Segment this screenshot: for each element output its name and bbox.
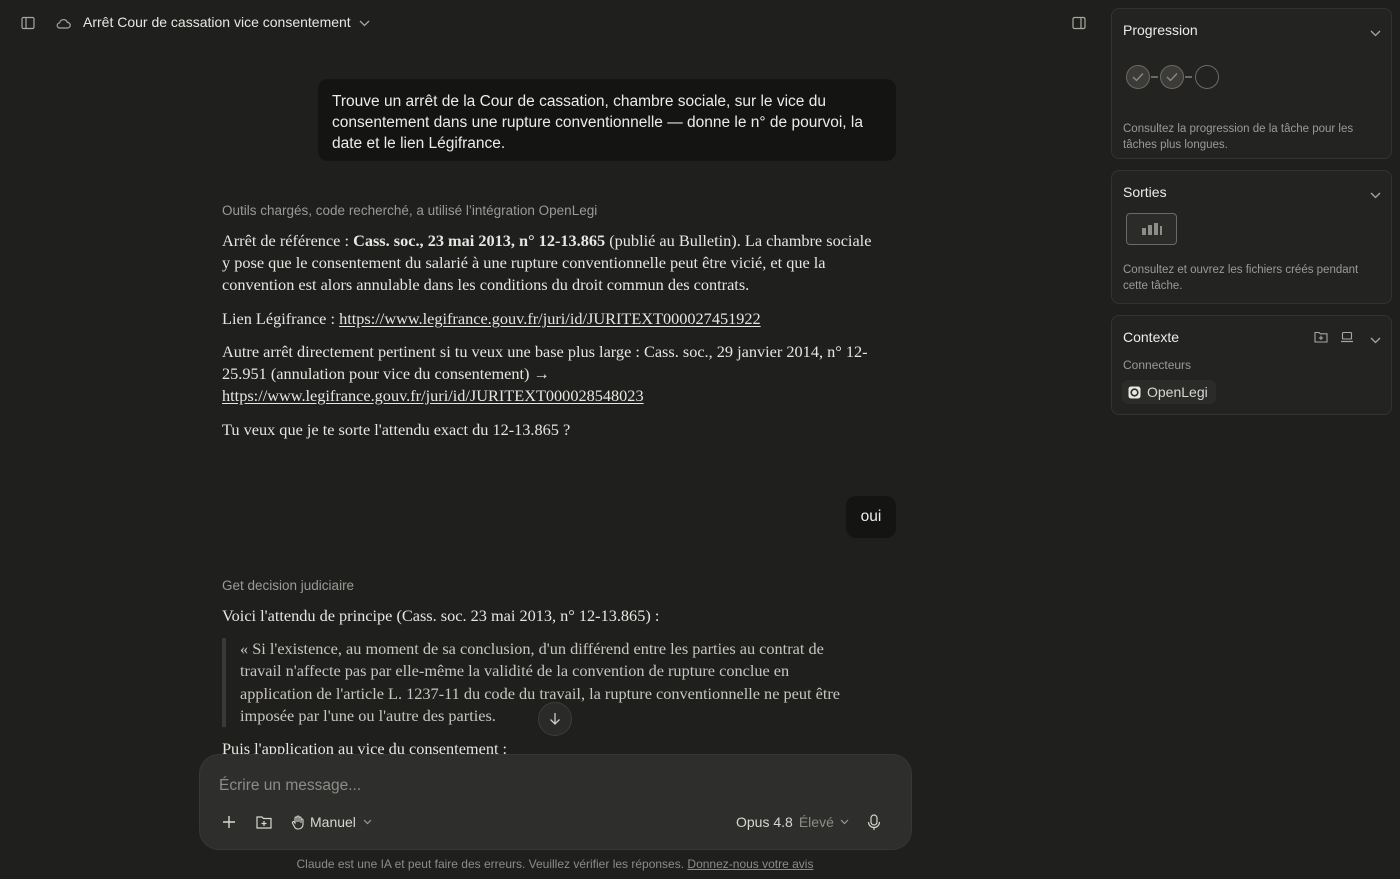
assistant-paragraph: Autre arrêt directement pertinent si tu … [222,342,868,405]
cloud-icon [54,14,72,32]
output-file-thumbnail[interactable] [1126,213,1177,245]
add-to-project-button[interactable] [256,811,272,833]
legifrance-link[interactable]: https://www.legifrance.gouv.fr/juri/id/J… [222,386,644,405]
progress-title[interactable]: Progression [1123,22,1198,38]
connectors-label: Connecteurs [1123,358,1192,372]
folder-plus-icon[interactable] [1312,328,1330,346]
message-composer: Écrire un message... Manuel Opus 4.8 Éle… [199,754,912,850]
user-message-text: oui [860,508,882,525]
mode-label: Manuel [310,814,356,830]
conversation-title[interactable]: Arrêt Cour de cassation vice consentemen… [83,14,351,30]
tool-status[interactable]: Get decision judiciaire [222,578,354,593]
model-selector[interactable]: Opus 4.8 Élevé [736,811,849,833]
assistant-paragraph: Tu veux que je te sorte l'attendu exact … [222,420,571,439]
legifrance-link[interactable]: https://www.legifrance.gouv.fr/juri/id/J… [339,309,761,328]
user-message-text: Trouve un arrêt de la Cour de cassation,… [332,93,863,152]
voice-input-button[interactable] [867,811,881,833]
user-message: Trouve un arrêt de la Cour de cassation,… [318,79,896,161]
top-bar: Arrêt Cour de cassation vice consentemen… [0,0,1100,46]
step-done-icon [1126,65,1150,89]
outputs-description: Consultez et ouvrez les fichiers créés p… [1123,264,1359,292]
assistant-paragraph: Voici l'attendu de principe (Cass. soc. … [222,606,660,625]
hand-icon [291,814,305,830]
progress-card: Progression Consultez la progression de … [1111,8,1392,159]
chevron-down-icon[interactable] [356,14,372,32]
step-connector [1185,76,1192,78]
step-done-icon [1160,65,1184,89]
user-message: oui [846,496,896,538]
folder-plus-icon [256,815,272,829]
microphone-icon [867,813,881,831]
sidebar-toggle-icon[interactable] [19,14,37,32]
tool-status[interactable]: Outils chargés, code recherché, a utilis… [222,203,597,218]
connector-label: OpenLegi [1147,384,1208,400]
disclaimer: Claude est une IA et peut faire des erre… [296,857,814,871]
outputs-title[interactable]: Sorties [1123,184,1167,200]
assistant-paragraph: Arrêt de référence : Cass. soc., 23 mai … [222,231,872,294]
step-pending-icon [1195,65,1219,89]
assistant-paragraph: Lien Légifrance : https://www.legifrance… [222,309,761,328]
openlegi-logo-icon [1128,386,1141,399]
step-connector [1151,76,1158,78]
bar-chart-icon [1141,222,1163,236]
chevron-down-icon [363,819,372,825]
chevron-down-icon [840,819,849,825]
add-button[interactable] [222,811,236,833]
message-input[interactable]: Écrire un message... [219,777,361,795]
blockquote: « Si l'existence, au moment de sa conclu… [222,638,842,728]
chevron-down-icon[interactable] [1370,331,1381,349]
panel-toggle-icon[interactable] [1070,14,1088,32]
model-label: Opus 4.8 [736,814,793,830]
laptop-icon[interactable] [1338,328,1356,346]
plus-icon [222,815,236,829]
progress-description: Consultez la progression de la tâche pou… [1123,123,1354,151]
connector-chip[interactable]: OpenLegi [1122,380,1216,404]
reference-decision: Cass. soc., 23 mai 2013, n° 12-13.865 [353,231,606,250]
context-title[interactable]: Contexte [1123,329,1179,345]
outputs-card: Sorties Consultez et ouvrez les fichiers… [1111,170,1392,304]
scroll-down-button[interactable] [538,702,572,736]
feedback-link[interactable]: Donnez-nous votre avis [687,857,813,871]
chevron-down-icon[interactable] [1370,24,1381,42]
arrow-down-icon [549,712,561,726]
mode-selector[interactable]: Manuel [291,811,372,833]
effort-label: Élevé [798,814,834,830]
chevron-down-icon[interactable] [1370,186,1381,204]
